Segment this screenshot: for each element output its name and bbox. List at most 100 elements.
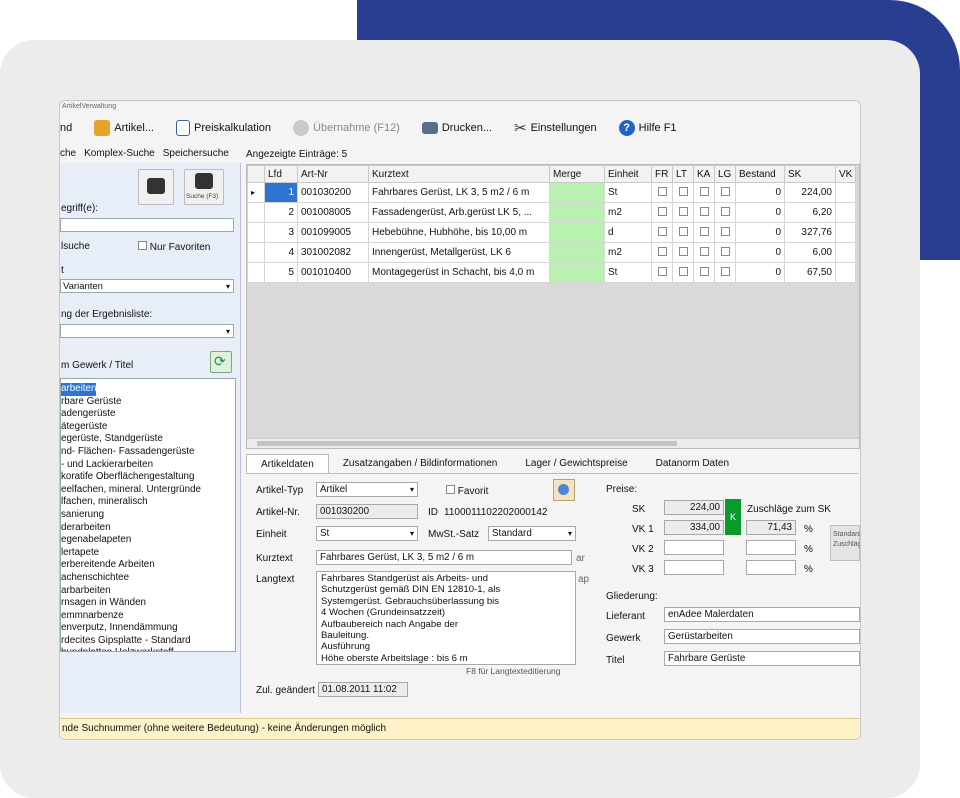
checkbox-box[interactable]	[699, 226, 709, 236]
cell-ka[interactable]	[693, 242, 715, 263]
close-button[interactable]: nd	[60, 122, 72, 134]
refresh-button[interactable]: ⟳	[210, 351, 232, 373]
cell-merge[interactable]	[549, 242, 605, 263]
cell-ka[interactable]	[693, 222, 715, 243]
checkbox-box[interactable]	[720, 266, 730, 276]
cell-fr[interactable]	[651, 202, 673, 223]
checkbox-box[interactable]	[657, 226, 667, 236]
vk3-field[interactable]	[664, 560, 724, 575]
column-header[interactable]: LT	[672, 165, 694, 183]
checkbox-box[interactable]	[657, 266, 667, 276]
category-tree[interactable]: arbeiten rbare Gerüste adengerüste ätegerüs…	[60, 378, 236, 652]
print-button[interactable]: Drucken...	[421, 122, 492, 134]
tree-item[interactable]: adengerüste	[61, 408, 235, 421]
article-number-field[interactable]: 001030200	[316, 504, 418, 519]
tree-item[interactable]: arbarbeiten	[61, 585, 235, 598]
cell-einheit[interactable]: St	[604, 262, 652, 283]
cell-fr[interactable]	[651, 222, 673, 243]
cell-ka[interactable]	[693, 182, 715, 203]
cell-art-nr[interactable]: 001099005	[297, 222, 369, 243]
table-row[interactable]: ▸ 1 001030200 Fahrbares Gerüst, LK 3, 5 m2 …	[247, 182, 857, 203]
cell-merge[interactable]	[549, 182, 605, 203]
tab-datanorm[interactable]: Datanorm Daten	[642, 454, 743, 473]
vk3-percent-field[interactable]	[746, 560, 796, 575]
cell-lg[interactable]	[714, 242, 736, 263]
cell-vk[interactable]	[834, 182, 857, 203]
cell-lg[interactable]	[714, 222, 736, 243]
cell-lfd[interactable]: 5	[264, 262, 298, 283]
price-calculation-button[interactable]: Preiskalkulation	[175, 120, 271, 136]
tree-item[interactable]: rdecites Gipsplatte - Standard	[61, 635, 235, 648]
cell-sk[interactable]: 6,20	[784, 202, 836, 223]
cell-lfd[interactable]: 2	[264, 202, 298, 223]
filter-select[interactable]: Varianten ▾	[60, 279, 234, 293]
cell-einheit[interactable]: m2	[604, 202, 652, 223]
tree-item[interactable]: egerüste, Standgerüste	[61, 433, 235, 446]
tree-item[interactable]: rbare Gerüste	[61, 396, 235, 409]
table-row[interactable]: 4 301002082 Innengerüst, Metallgerüst, LK …	[247, 242, 857, 263]
tab-complex-search[interactable]: Komplex-Suche	[84, 148, 155, 164]
cell-merge[interactable]	[549, 222, 605, 243]
cell-fr[interactable]	[651, 242, 673, 263]
tree-item[interactable]: koratife Oberflächengestaltung	[61, 471, 235, 484]
short-text-field[interactable]: Fahrbares Gerüst, LK 3, 5 m2 / 6 m	[316, 550, 572, 565]
column-header[interactable]: VK	[834, 165, 857, 183]
checkbox-box[interactable]	[699, 186, 709, 196]
article-type-select[interactable]: Artikel ▾	[316, 482, 418, 497]
tree-item[interactable]: sanierung	[61, 509, 235, 522]
checkbox-box[interactable]	[678, 246, 688, 256]
row-indicator[interactable]	[247, 262, 265, 283]
checkbox-box[interactable]	[678, 186, 688, 196]
checkbox-box[interactable]	[657, 206, 667, 216]
tab-stock-weights[interactable]: Lager / Gewichtspreise	[511, 454, 641, 473]
cell-kurztext[interactable]: Hebebühne, Hubhöhe, bis 10,00 m	[368, 222, 550, 243]
search-input[interactable]	[60, 218, 234, 232]
cell-bestand[interactable]: 0	[735, 242, 785, 263]
find-f3-button[interactable]: Suche (F3)	[184, 169, 224, 205]
k-button[interactable]: K	[725, 499, 741, 535]
cell-sk[interactable]: 224,00	[784, 182, 836, 203]
tree-item[interactable]: bundplatten Holzwerkstoff	[61, 647, 235, 651]
article-button[interactable]: Artikel...	[94, 120, 154, 136]
horizontal-scrollbar[interactable]	[247, 438, 859, 448]
checkbox-box[interactable]	[720, 186, 730, 196]
settings-button[interactable]: ✂ Einstellungen	[514, 119, 597, 137]
cell-bestand[interactable]: 0	[735, 182, 785, 203]
row-indicator[interactable]	[247, 222, 265, 243]
checkbox-box[interactable]	[699, 266, 709, 276]
checkbox-box[interactable]	[678, 206, 688, 216]
cell-lt[interactable]	[672, 262, 694, 283]
checkbox-box[interactable]	[720, 246, 730, 256]
cell-vk[interactable]	[834, 222, 857, 243]
cell-bestand[interactable]: 0	[735, 262, 785, 283]
checkbox-box[interactable]	[657, 246, 667, 256]
vk1-field[interactable]: 334,00	[664, 520, 724, 535]
vat-select[interactable]: Standard ▾	[488, 526, 576, 541]
row-indicator[interactable]	[247, 202, 265, 223]
cell-lfd[interactable]: 3	[264, 222, 298, 243]
sort-select[interactable]: ▾	[60, 324, 234, 338]
checkbox-box[interactable]	[678, 266, 688, 276]
cell-sk[interactable]: 327,76	[784, 222, 836, 243]
tree-item[interactable]: eelfachen, mineral. Untergründe	[61, 484, 235, 497]
column-header[interactable]: Merge	[549, 165, 605, 183]
cell-einheit[interactable]: m2	[604, 242, 652, 263]
checkbox-box[interactable]	[657, 186, 667, 196]
row-indicator[interactable]	[247, 242, 265, 263]
unit-select[interactable]: St ▾	[316, 526, 418, 541]
checkbox-box[interactable]	[699, 246, 709, 256]
cell-kurztext[interactable]: Fahrbares Gerüst, LK 3, 5 m2 / 6 m	[368, 182, 550, 203]
tree-item[interactable]: arbeiten	[61, 383, 235, 396]
tree-item[interactable]: erbereitende Arbeiten	[61, 559, 235, 572]
checkbox-box[interactable]	[678, 226, 688, 236]
tree-item[interactable]: lfachen, mineralisch	[61, 496, 235, 509]
tree-item[interactable]: - und Lackierarbeiten	[61, 459, 235, 472]
column-header[interactable]: Art-Nr	[297, 165, 369, 183]
row-indicator[interactable]: ▸	[247, 182, 265, 203]
column-header[interactable]: KA	[693, 165, 715, 183]
cell-art-nr[interactable]: 001008005	[297, 202, 369, 223]
cell-merge[interactable]	[549, 202, 605, 223]
tab-article-data[interactable]: Artikeldaten	[246, 454, 329, 473]
table-row[interactable]: 2 001008005 Fassadengerüst, Arb.gerüst LK …	[247, 202, 857, 223]
cell-ka[interactable]	[693, 262, 715, 283]
